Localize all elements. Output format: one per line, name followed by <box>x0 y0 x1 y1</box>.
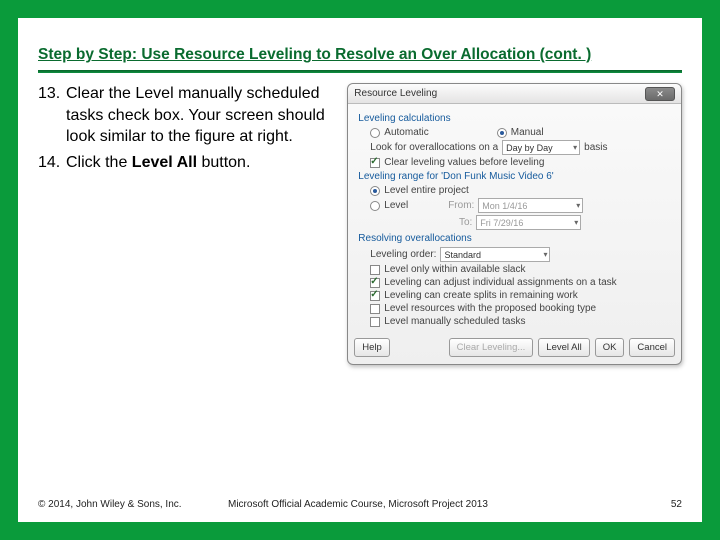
opt-manual-row: Level manually scheduled tasks <box>370 316 671 327</box>
to-date-field[interactable]: Fri 7/29/16 <box>476 215 581 230</box>
opt-splits-label: Leveling can create splits in remaining … <box>384 290 577 301</box>
help-button[interactable]: Help <box>354 338 390 357</box>
dialog-titlebar: Resource Leveling ✕ <box>348 84 681 104</box>
clear-values-label: Clear leveling values before leveling <box>384 157 544 168</box>
footer-copyright: © 2014, John Wiley & Sons, Inc. <box>38 499 228 510</box>
close-icon[interactable]: ✕ <box>645 87 675 101</box>
opt-adjust-checkbox[interactable] <box>370 278 380 288</box>
level-entire-label: Level entire project <box>384 185 469 196</box>
clear-values-checkbox[interactable] <box>370 158 380 168</box>
manual-radio[interactable] <box>497 128 507 138</box>
level-entire-row: Level entire project <box>370 185 671 196</box>
level-range-radio[interactable] <box>370 201 380 211</box>
dialog-body: Leveling calculations Automatic Manual L… <box>348 104 681 333</box>
step-number: 13. <box>38 83 66 148</box>
level-from-row: Level From: Mon 1/4/16 <box>370 198 671 213</box>
step-13: 13. Clear the Level manually scheduled t… <box>38 83 333 148</box>
opt-booking-row: Level resources with the proposed bookin… <box>370 303 671 314</box>
cancel-button[interactable]: Cancel <box>629 338 675 357</box>
opt-booking-checkbox[interactable] <box>370 304 380 314</box>
basis-suffix: basis <box>584 142 607 153</box>
opt-manual-label: Level manually scheduled tasks <box>384 316 525 327</box>
section-leveling-calculations: Leveling calculations <box>358 113 671 124</box>
automatic-label: Automatic <box>384 127 428 138</box>
from-date-field[interactable]: Mon 1/4/16 <box>478 198 583 213</box>
order-label: Leveling order: <box>370 249 436 260</box>
clear-leveling-button[interactable]: Clear Leveling... <box>449 338 534 357</box>
automatic-radio[interactable] <box>370 128 380 138</box>
opt-adjust-label: Leveling can adjust individual assignmen… <box>384 277 616 288</box>
footer-page: 52 <box>671 499 682 510</box>
manual-label: Manual <box>511 127 544 138</box>
step-text-c: button. <box>197 154 250 171</box>
step-text-bold: Level All <box>132 154 197 171</box>
dialog-title: Resource Leveling <box>354 88 645 99</box>
slide: Step by Step: Use Resource Leveling to R… <box>18 18 702 522</box>
calc-mode-row: Automatic Manual <box>370 127 671 138</box>
slide-title: Step by Step: Use Resource Leveling to R… <box>38 46 682 64</box>
content-row: 13. Clear the Level manually scheduled t… <box>38 83 682 365</box>
title-rule <box>38 70 682 73</box>
to-label: To: <box>438 217 472 228</box>
step-14: 14. Click the Level All button. <box>38 152 333 174</box>
opt-slack-label: Level only within available slack <box>384 264 525 275</box>
level-to-row: To: Fri 7/29/16 <box>438 215 671 230</box>
opt-adjust-row: Leveling can adjust individual assignmen… <box>370 277 671 288</box>
section-resolving: Resolving overallocations <box>358 233 671 244</box>
steps-list: 13. Clear the Level manually scheduled t… <box>38 83 333 177</box>
resource-leveling-dialog: Resource Leveling ✕ Leveling calculation… <box>347 83 682 365</box>
step-text-a: Click the <box>66 154 132 171</box>
leveling-order-row: Leveling order: Standard <box>370 247 671 262</box>
look-for-label: Look for overallocations on a <box>370 142 498 153</box>
overallocation-basis-row: Look for overallocations on a Day by Day… <box>370 140 671 155</box>
clear-values-row: Clear leveling values before leveling <box>370 157 671 168</box>
order-combo[interactable]: Standard <box>440 247 550 262</box>
opt-booking-label: Level resources with the proposed bookin… <box>384 303 596 314</box>
step-text: Click the Level All button. <box>66 152 333 174</box>
level-entire-radio[interactable] <box>370 186 380 196</box>
step-number: 14. <box>38 152 66 174</box>
from-label: From: <box>440 200 474 211</box>
level-all-button[interactable]: Level All <box>538 338 589 357</box>
ok-button[interactable]: OK <box>595 338 625 357</box>
dialog-button-row: Help Clear Leveling... Level All OK Canc… <box>348 333 681 364</box>
section-leveling-range: Leveling range for 'Don Funk Music Video… <box>358 171 671 182</box>
level-label: Level <box>384 200 436 211</box>
footer-course: Microsoft Official Academic Course, Micr… <box>228 499 671 510</box>
opt-manual-checkbox[interactable] <box>370 317 380 327</box>
opt-splits-checkbox[interactable] <box>370 291 380 301</box>
step-text: Clear the Level manually scheduled tasks… <box>66 83 333 148</box>
opt-slack-checkbox[interactable] <box>370 265 380 275</box>
slide-footer: © 2014, John Wiley & Sons, Inc. Microsof… <box>38 499 682 510</box>
opt-splits-row: Leveling can create splits in remaining … <box>370 290 671 301</box>
basis-combo[interactable]: Day by Day <box>502 140 580 155</box>
opt-slack-row: Level only within available slack <box>370 264 671 275</box>
